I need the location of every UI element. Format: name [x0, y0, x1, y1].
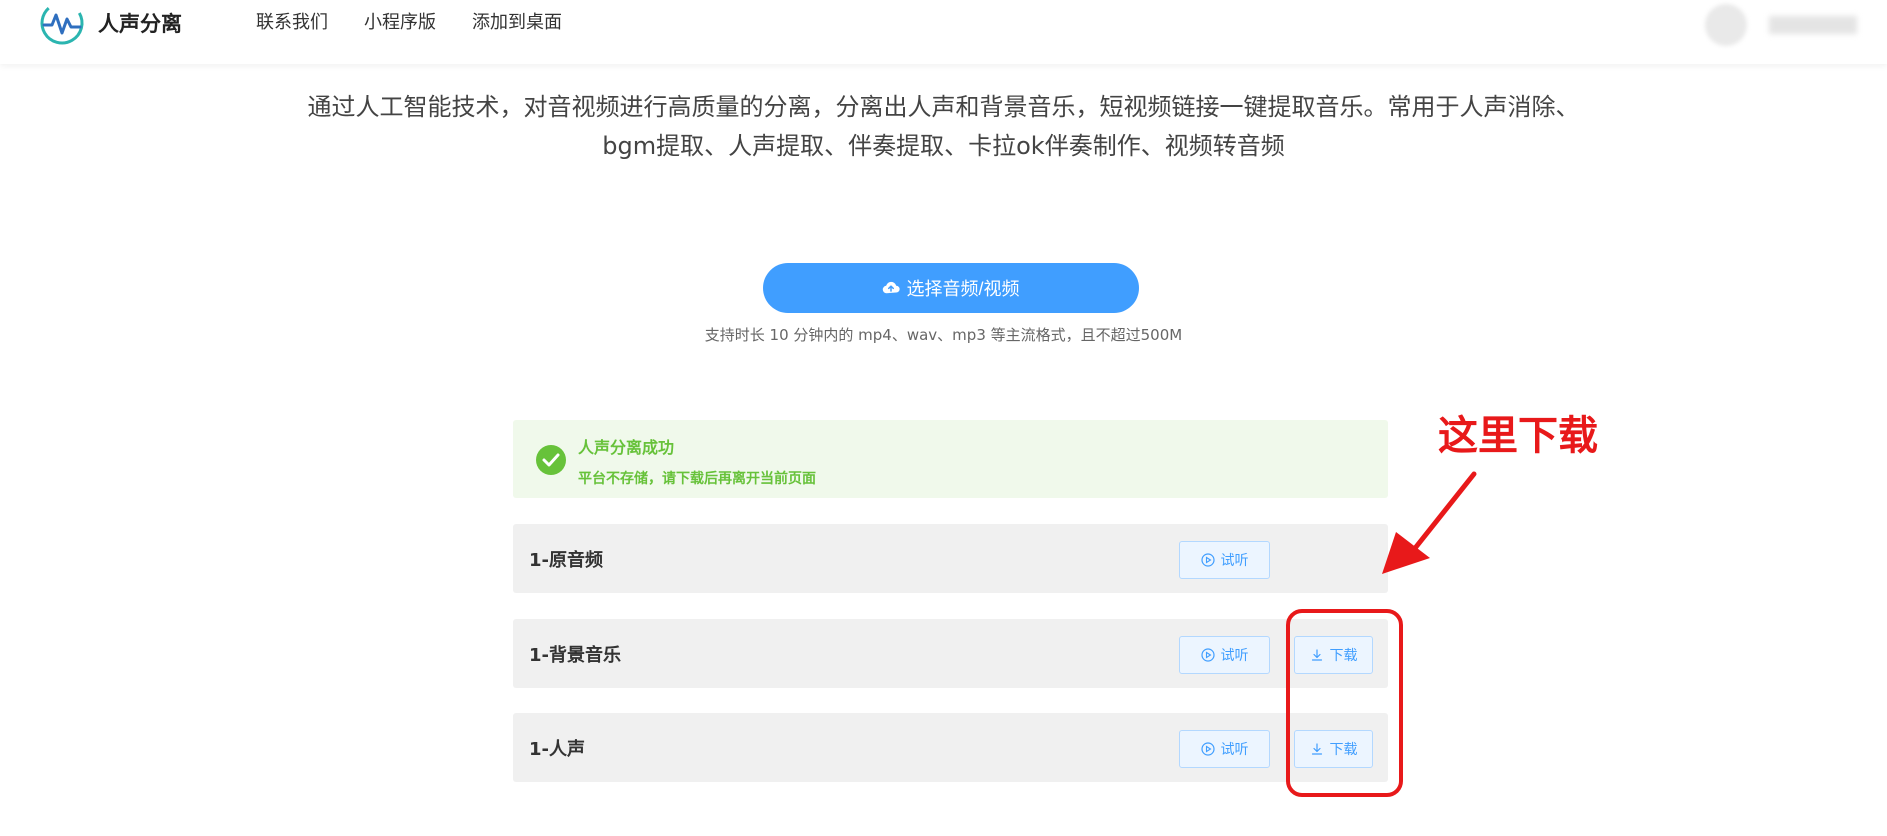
listen-button[interactable]: 试听: [1179, 636, 1270, 674]
alert-title: 人声分离成功: [578, 438, 675, 457]
upload-hint: 支持时长 10 分钟内的 mp4、wav、mp3 等主流格式，且不超过500M: [704, 326, 1183, 344]
result-name: 1-背景音乐: [529, 645, 621, 666]
top-header: 人声分离 联系我们 小程序版 添加到桌面: [0, 0, 1887, 64]
logo[interactable]: 人声分离: [38, 0, 182, 46]
play-circle-icon: [1200, 553, 1215, 567]
top-nav: 联系我们 小程序版 添加到桌面: [256, 8, 598, 34]
waveform-logo-icon: [40, 1, 84, 45]
result-name: 1-人声: [529, 739, 585, 760]
brand-name: 人声分离: [98, 12, 182, 36]
nav-contact-link[interactable]: 联系我们: [256, 8, 328, 34]
select-file-button[interactable]: 选择音频/视频: [763, 263, 1139, 313]
result-name: 1-原音频: [529, 550, 603, 571]
annotation-arrow-icon: [1382, 471, 1477, 574]
listen-button[interactable]: 试听: [1179, 730, 1270, 768]
description-line-1: 通过人工智能技术，对音视频进行高质量的分离，分离出人声和背景音乐，短视频链接一键…: [307, 93, 1580, 121]
alert-subtitle: 平台不存储，请下载后再离开当前页面: [578, 471, 816, 487]
listen-label: 试听: [1220, 647, 1249, 663]
page-description: 通过人工智能技术，对音视频进行高质量的分离，分离出人声和背景音乐，短视频链接一键…: [0, 88, 1887, 166]
select-file-label: 选择音频/视频: [906, 279, 1020, 299]
annotation-highlight-box: [1286, 609, 1403, 797]
cloud-upload-icon: [883, 281, 901, 294]
check-circle-icon: [536, 445, 566, 475]
play-circle-icon: [1200, 742, 1215, 756]
user-avatar-blurred[interactable]: [1705, 2, 1865, 48]
success-alert: 人声分离成功 平台不存储，请下载后再离开当前页面: [513, 420, 1388, 498]
result-row-vocals: 1-人声 试听 下载: [513, 713, 1388, 782]
nav-miniprogram-link[interactable]: 小程序版: [364, 8, 436, 34]
listen-label: 试听: [1220, 741, 1249, 757]
listen-button[interactable]: 试听: [1179, 541, 1270, 579]
listen-label: 试听: [1220, 552, 1249, 568]
annotation-text: 这里下载: [1438, 413, 1598, 459]
play-circle-icon: [1200, 648, 1215, 662]
description-line-2: bgm提取、人声提取、伴奏提取、卡拉ok伴奏制作、视频转音频: [602, 132, 1285, 160]
nav-add-desktop-link[interactable]: 添加到桌面: [472, 8, 562, 34]
result-row-original: 1-原音频 试听: [513, 524, 1388, 593]
result-row-bgm: 1-背景音乐 试听 下载: [513, 619, 1388, 688]
